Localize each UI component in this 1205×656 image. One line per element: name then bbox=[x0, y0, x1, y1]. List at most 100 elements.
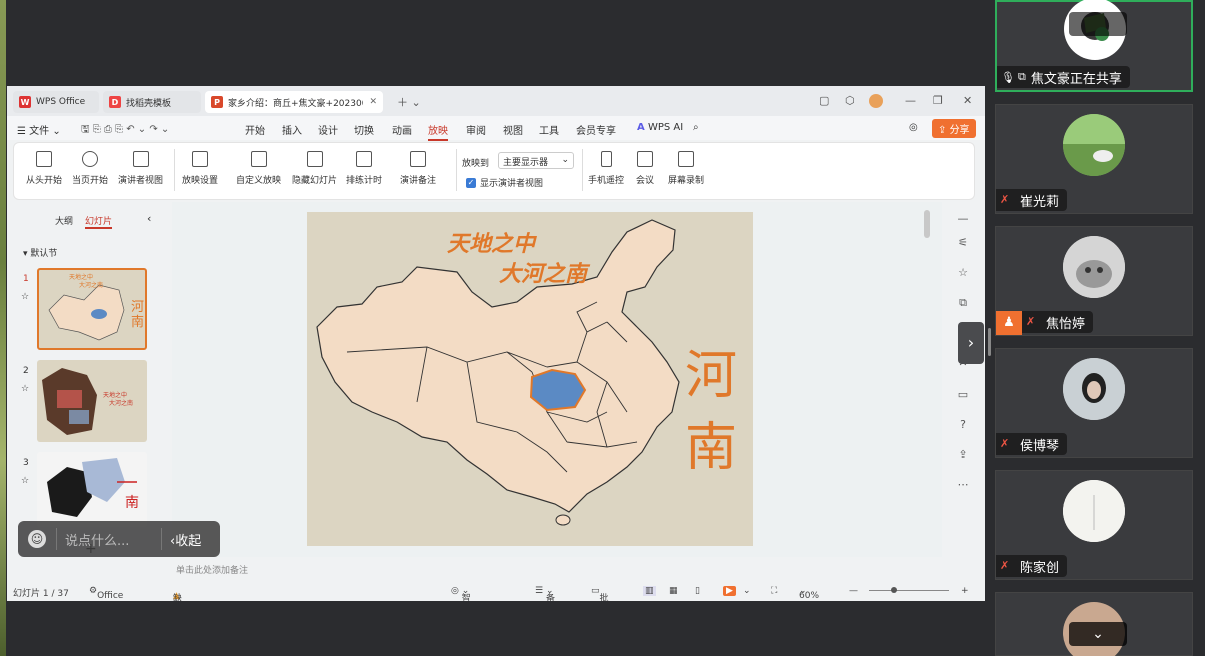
more-icon[interactable]: ⋯ bbox=[956, 478, 970, 492]
menu-item-transition[interactable]: 切换 bbox=[354, 122, 374, 137]
presenter-view-checkbox[interactable]: ✓ 显示演讲者视图 bbox=[466, 176, 543, 189]
menu-item-animation[interactable]: 动画 bbox=[392, 122, 412, 137]
menu-item-member[interactable]: 会员专享 bbox=[576, 122, 616, 137]
star-icon[interactable]: ☆ bbox=[21, 384, 29, 394]
user-avatar-icon[interactable] bbox=[869, 94, 883, 108]
zoom-slider-thumb[interactable] bbox=[891, 587, 897, 593]
share-button[interactable]: ⇪ 分享 bbox=[932, 119, 976, 138]
zoom-out-icon[interactable]: — bbox=[849, 586, 858, 596]
book-icon[interactable]: ▭ bbox=[956, 388, 970, 402]
layers-icon[interactable]: ⧉ bbox=[956, 296, 970, 310]
collapse-pane-icon[interactable]: ‹ bbox=[147, 212, 151, 225]
quick-access-icons[interactable]: 🖫 ⎘ ⎙ ⎘ ↶ ⌄ ↷ ⌄ bbox=[81, 122, 169, 139]
rehearse-timing-button[interactable]: 排练计时 bbox=[346, 151, 382, 186]
tab-presentation[interactable]: P 家乡介绍：商丘+焦文豪+202300 ✕ bbox=[205, 91, 383, 113]
speaker-notes-button[interactable]: 演讲备注 bbox=[400, 151, 436, 186]
slide-title-line1: 天地之中 bbox=[447, 231, 536, 257]
menu-bar: ☰ 文件 ⌄ 🖫 ⎘ ⎙ ⎘ ↶ ⌄ ↷ ⌄ 开始 插入 设计 切换 动画 放映… bbox=[7, 116, 985, 141]
participant-tile[interactable]: ✗ 崔光莉 bbox=[995, 104, 1193, 214]
section-header[interactable]: ▾ 默认节 bbox=[23, 246, 57, 259]
collapse-button[interactable]: ‹收起 bbox=[170, 530, 201, 549]
thumb-vertical-text: 河南 bbox=[131, 300, 145, 330]
close-window-icon[interactable]: ✕ bbox=[963, 94, 972, 107]
normal-view-icon[interactable]: ▥ bbox=[643, 586, 656, 596]
phone-remote-button[interactable]: 手机遥控 bbox=[588, 151, 624, 186]
vertical-scrollbar[interactable] bbox=[924, 210, 930, 238]
slide-thumbnail-3[interactable]: 南 bbox=[37, 452, 147, 527]
help-icon[interactable]: ? bbox=[956, 418, 970, 432]
from-current-button[interactable]: 当页开始 bbox=[72, 151, 108, 186]
tab-wps-office[interactable]: W WPS Office bbox=[13, 91, 99, 113]
participant-tile[interactable]: ✗ 陈家创 bbox=[995, 470, 1193, 580]
search-icon[interactable]: ⌕ bbox=[693, 122, 699, 133]
close-tab-icon[interactable]: ✕ bbox=[369, 97, 377, 107]
meeting-button[interactable]: 会议 bbox=[636, 151, 654, 186]
chat-input[interactable]: 说点什么... bbox=[65, 530, 157, 549]
share-icon[interactable]: ⇪ bbox=[956, 448, 970, 462]
wps-ai-button[interactable]: A WPS AI bbox=[637, 122, 683, 133]
screen-record-button[interactable]: 屏幕录制 bbox=[668, 151, 704, 186]
tab-slides[interactable]: 幻灯片 bbox=[85, 214, 113, 229]
fit-window-icon[interactable]: ⛶ bbox=[771, 586, 777, 596]
tab-outline[interactable]: 大纲 bbox=[55, 214, 73, 227]
expand-panel-chevron-icon[interactable]: › bbox=[958, 322, 984, 364]
restore-icon[interactable]: ❐ bbox=[933, 94, 943, 107]
menu-item-slideshow[interactable]: 放映 bbox=[428, 122, 448, 141]
slide-thumbnail-2[interactable]: 天地之中 大河之南 bbox=[37, 360, 147, 442]
slide-editing-area: 天地之中 大河之南 河南 bbox=[172, 202, 942, 557]
emoji-icon[interactable]: ☺ bbox=[28, 530, 46, 548]
scroll-down-chevron-icon[interactable]: ⌄ bbox=[1069, 622, 1127, 646]
slide-sorter-icon[interactable]: ▦ bbox=[669, 586, 678, 596]
participant-tile[interactable]: ✗ 侯博琴 bbox=[995, 348, 1193, 458]
overlay-handle[interactable] bbox=[1069, 12, 1127, 36]
current-slide[interactable]: 天地之中 大河之南 河南 bbox=[307, 212, 753, 546]
custom-show-button[interactable]: 自定义放映 bbox=[236, 151, 281, 186]
panel-resize-handle[interactable] bbox=[988, 328, 991, 356]
slideshow-settings-button[interactable]: 放映设置 bbox=[182, 151, 218, 186]
star-icon[interactable]: ☆ bbox=[21, 292, 29, 302]
slide-thumbnail-1[interactable]: 天地之中 大河之南 河南 bbox=[37, 268, 147, 350]
title-bar: W WPS Office D 找稻壳模板 P 家乡介绍：商丘+焦文豪+20230… bbox=[7, 86, 985, 116]
tab-template[interactable]: D 找稻壳模板 bbox=[103, 91, 201, 113]
play-slideshow-button[interactable]: ▶ bbox=[723, 586, 736, 596]
adjust-icon[interactable]: ⚟ bbox=[956, 236, 970, 250]
phone-icon bbox=[600, 151, 612, 167]
star-icon[interactable]: ☆ bbox=[21, 476, 29, 486]
menu-item-tools[interactable]: 工具 bbox=[539, 122, 559, 137]
zoom-in-icon[interactable]: + bbox=[961, 586, 969, 596]
chevron-down-icon[interactable]: ⌄ bbox=[743, 586, 751, 596]
zoom-slider[interactable] bbox=[869, 590, 949, 591]
wps-ai-icon: A bbox=[637, 122, 645, 133]
zoom-level[interactable]: 60% ⌄ bbox=[799, 586, 819, 601]
star-icon[interactable]: ☆ bbox=[956, 266, 970, 280]
timer-icon bbox=[356, 151, 372, 167]
menu-file[interactable]: ☰ 文件 ⌄ bbox=[17, 122, 61, 137]
sync-icon[interactable]: ◎ bbox=[909, 122, 918, 133]
tab-label: 找稻壳模板 bbox=[126, 98, 172, 109]
ribbon-toolbar: 从头开始 当页开始 演讲者视图 放映设置 自定义放映 隐藏幻灯片 排练计时 演讲… bbox=[13, 142, 975, 200]
window-layout-icon[interactable]: ▢ bbox=[819, 94, 829, 107]
theme-button[interactable]: ⚙ Office 主题 bbox=[89, 586, 123, 601]
smart-beautify-button[interactable]: ◎ 智能美化 ⌄ bbox=[451, 586, 471, 601]
menu-item-design[interactable]: 设计 bbox=[318, 122, 338, 137]
menu-item-insert[interactable]: 插入 bbox=[282, 122, 302, 137]
display-select[interactable]: 主要显示器 ⌄ bbox=[498, 152, 574, 169]
notes-button[interactable]: ☰ 备注 ⌄ bbox=[535, 586, 555, 601]
menu-item-view[interactable]: 视图 bbox=[503, 122, 523, 137]
cube-icon[interactable]: ⬡ bbox=[845, 94, 855, 107]
comments-button[interactable]: ▭ 批注 bbox=[591, 586, 609, 601]
hide-slide-button[interactable]: 隐藏幻灯片 bbox=[292, 151, 337, 186]
minimize-icon[interactable]: — bbox=[905, 94, 916, 107]
from-start-button[interactable]: 从头开始 bbox=[26, 151, 62, 186]
notes-area[interactable]: 单击此处添加备注 bbox=[172, 559, 942, 579]
new-tab-icon[interactable]: ＋ ⌄ bbox=[397, 94, 421, 110]
presenter-view-button[interactable]: 演讲者视图 bbox=[118, 151, 163, 186]
participant-tile[interactable]: ♟ ✗ 焦怡婷 bbox=[995, 226, 1193, 336]
separator bbox=[582, 149, 583, 191]
collapse-icon[interactable]: — bbox=[956, 212, 970, 226]
reading-view-icon[interactable]: ▯ bbox=[695, 586, 700, 596]
menu-item-review[interactable]: 审阅 bbox=[466, 122, 486, 137]
menu-item-start[interactable]: 开始 bbox=[245, 122, 265, 137]
participant-name-bar: ✗ 崔光莉 bbox=[996, 189, 1068, 211]
right-side-toolbar: — ⚟ ☆ ⧉ ◈ ✕ ▭ ? ⇪ ⋯ bbox=[949, 202, 979, 557]
